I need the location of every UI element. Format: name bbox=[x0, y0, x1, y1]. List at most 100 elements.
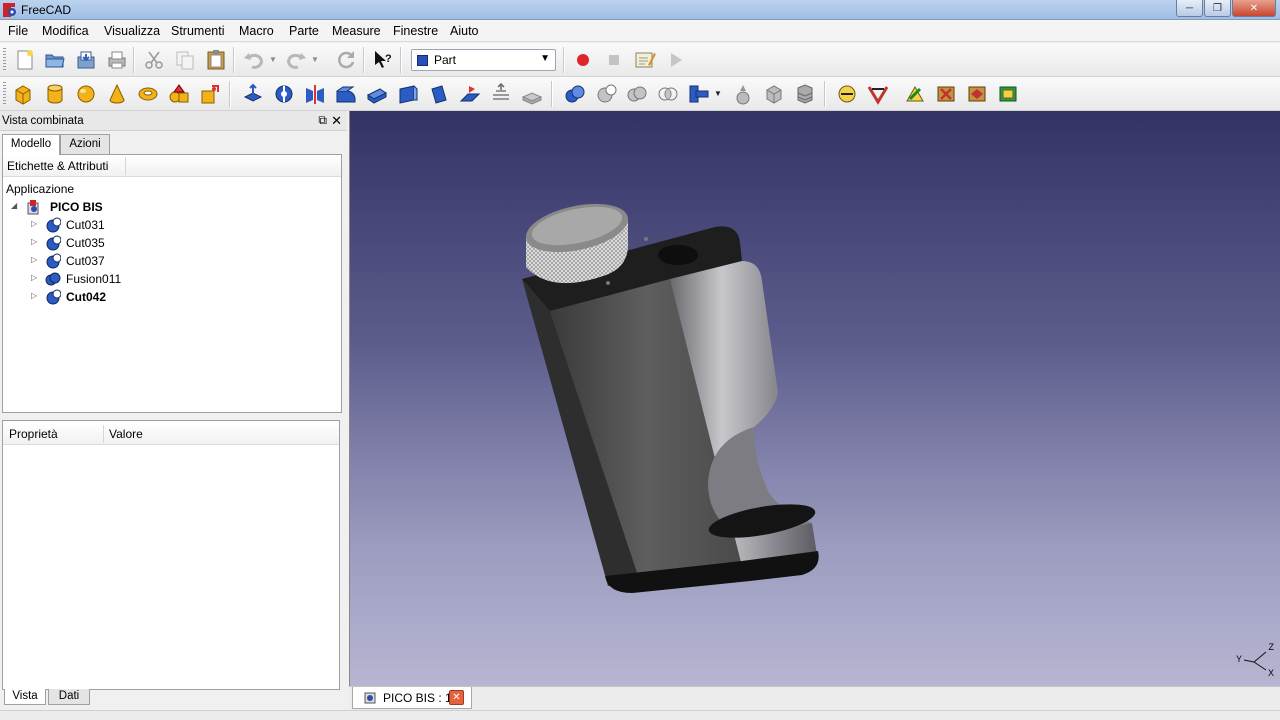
tree-object-node[interactable]: ▷ Cut042 bbox=[31, 288, 331, 306]
save-button[interactable] bbox=[75, 49, 97, 71]
measure-3d-icon bbox=[999, 86, 1017, 102]
tree-object-node[interactable]: ▷ Cut035 bbox=[31, 234, 331, 252]
float-dock-icon[interactable]: ⧉ bbox=[318, 113, 327, 128]
dock-title-bar: Vista combinata ⧉ ✕ bbox=[0, 111, 347, 131]
defeaturing-icon bbox=[797, 84, 813, 104]
part-primitives-button[interactable] bbox=[168, 83, 190, 105]
measure-refresh-icon bbox=[906, 85, 924, 102]
header-divider[interactable] bbox=[125, 157, 126, 175]
expand-arrow-icon[interactable]: ▷ bbox=[31, 237, 37, 246]
measure-angular-button[interactable] bbox=[867, 83, 889, 105]
menu-macro[interactable]: Macro bbox=[239, 24, 274, 38]
undo-dropdown[interactable]: ▼ bbox=[266, 49, 280, 71]
part-cone-button[interactable] bbox=[106, 83, 128, 105]
expand-arrow-icon[interactable]: ▷ bbox=[31, 273, 37, 282]
part-shape-builder-button[interactable] bbox=[199, 83, 221, 105]
expand-arrow-icon[interactable]: ▷ bbox=[31, 255, 37, 264]
part-cylinder-button[interactable] bbox=[44, 83, 66, 105]
menu-measure[interactable]: Measure bbox=[332, 24, 381, 38]
refresh-button[interactable] bbox=[335, 49, 357, 71]
part-extrude-button[interactable] bbox=[242, 83, 264, 105]
toolbar-separator bbox=[229, 81, 231, 107]
axis-label-z: Z bbox=[1268, 642, 1275, 652]
part-chamfer-button[interactable] bbox=[366, 83, 388, 105]
macro-record-button[interactable] bbox=[572, 49, 594, 71]
tree-document-node[interactable]: ◢ PICO BIS bbox=[11, 198, 331, 216]
print-button[interactable] bbox=[106, 49, 128, 71]
macro-edit-button[interactable] bbox=[634, 49, 656, 71]
part-make-face-button[interactable] bbox=[397, 83, 419, 105]
close-window-button[interactable]: ✕ bbox=[1232, 0, 1276, 17]
copy-button[interactable] bbox=[174, 49, 196, 71]
expand-arrow-icon[interactable]: ▷ bbox=[31, 291, 37, 300]
menu-finestre[interactable]: Finestre bbox=[393, 24, 438, 38]
dock-title: Vista combinata bbox=[2, 115, 84, 127]
3d-model[interactable] bbox=[350, 111, 1280, 686]
tab-dati[interactable]: Dati bbox=[48, 689, 90, 705]
3d-viewport[interactable]: Z Y X bbox=[349, 111, 1280, 686]
macro-run-button[interactable] bbox=[665, 49, 687, 71]
undo-button[interactable] bbox=[243, 49, 265, 71]
cut-button[interactable] bbox=[143, 49, 165, 71]
toolbar-grip[interactable] bbox=[3, 82, 6, 106]
chevron-down-icon: ▼ bbox=[269, 55, 277, 64]
redo-dropdown[interactable]: ▼ bbox=[308, 49, 322, 71]
menu-file[interactable]: File bbox=[8, 24, 28, 38]
whats-this-button[interactable]: ? bbox=[372, 49, 394, 71]
part-defeaturing-button[interactable] bbox=[794, 83, 816, 105]
open-button[interactable] bbox=[44, 49, 66, 71]
measure-toggle-3d-button[interactable] bbox=[997, 83, 1019, 105]
part-sphere-button[interactable] bbox=[75, 83, 97, 105]
part-section-button[interactable] bbox=[521, 83, 543, 105]
restore-button[interactable]: ❐ bbox=[1204, 0, 1231, 17]
part-loft-button[interactable] bbox=[459, 83, 481, 105]
measure-refresh-button[interactable] bbox=[904, 83, 926, 105]
tree-object-node[interactable]: ▷ Cut031 bbox=[31, 216, 331, 234]
value-column-header: Valore bbox=[109, 427, 143, 441]
part-join-button[interactable] bbox=[688, 83, 710, 105]
part-fuse-button[interactable] bbox=[626, 83, 648, 105]
toolbar-grip[interactable] bbox=[3, 48, 6, 72]
redo-button[interactable] bbox=[285, 49, 307, 71]
tree-object-node[interactable]: ▷ Fusion011 bbox=[31, 270, 331, 288]
part-sweep-button[interactable] bbox=[490, 83, 512, 105]
tab-azioni[interactable]: Azioni bbox=[60, 134, 110, 154]
part-mirror-button[interactable] bbox=[304, 83, 326, 105]
menu-strumenti[interactable]: Strumenti bbox=[171, 24, 225, 38]
menu-modifica[interactable]: Modifica bbox=[42, 24, 89, 38]
toolbar-separator bbox=[824, 81, 826, 107]
measure-clear-button[interactable] bbox=[935, 83, 957, 105]
measure-toggle-all-button[interactable] bbox=[966, 83, 988, 105]
part-box-button[interactable] bbox=[12, 83, 34, 105]
workbench-selector[interactable]: Part ▼ bbox=[411, 49, 556, 71]
part-fillet-button[interactable] bbox=[335, 83, 357, 105]
close-dock-icon[interactable]: ✕ bbox=[331, 113, 342, 129]
extrude-icon bbox=[243, 83, 263, 102]
tab-modello[interactable]: Modello bbox=[2, 134, 60, 155]
menu-visualizza[interactable]: Visualizza bbox=[104, 24, 160, 38]
paste-button[interactable] bbox=[205, 49, 227, 71]
minimize-button[interactable]: ─ bbox=[1176, 0, 1203, 17]
expand-arrow-icon[interactable]: ▷ bbox=[31, 219, 37, 228]
part-cut-button[interactable] bbox=[595, 83, 617, 105]
document-tab[interactable]: PICO BIS : 1 ✕ bbox=[352, 687, 472, 709]
header-divider[interactable] bbox=[103, 425, 104, 443]
collapse-arrow-icon[interactable]: ◢ bbox=[11, 201, 17, 210]
part-compound-button[interactable] bbox=[732, 83, 754, 105]
measure-linear-button[interactable] bbox=[836, 83, 858, 105]
close-tab-icon[interactable]: ✕ bbox=[449, 690, 464, 705]
tree-object-node[interactable]: ▷ Cut037 bbox=[31, 252, 331, 270]
macro-stop-button[interactable] bbox=[603, 49, 625, 71]
part-revolve-button[interactable] bbox=[273, 83, 295, 105]
menu-aiuto[interactable]: Aiuto bbox=[450, 24, 479, 38]
part-join-dropdown[interactable]: ▼ bbox=[711, 83, 725, 105]
part-ruled-surface-button[interactable] bbox=[428, 83, 450, 105]
menu-parte[interactable]: Parte bbox=[289, 24, 319, 38]
tab-vista[interactable]: Vista bbox=[4, 689, 46, 705]
part-common-button[interactable] bbox=[657, 83, 679, 105]
part-torus-button[interactable] bbox=[137, 83, 159, 105]
part-check-geometry-button[interactable] bbox=[763, 83, 785, 105]
object-label: Cut037 bbox=[66, 254, 105, 268]
new-document-button[interactable] bbox=[14, 49, 36, 71]
part-boolean-button[interactable] bbox=[564, 83, 586, 105]
